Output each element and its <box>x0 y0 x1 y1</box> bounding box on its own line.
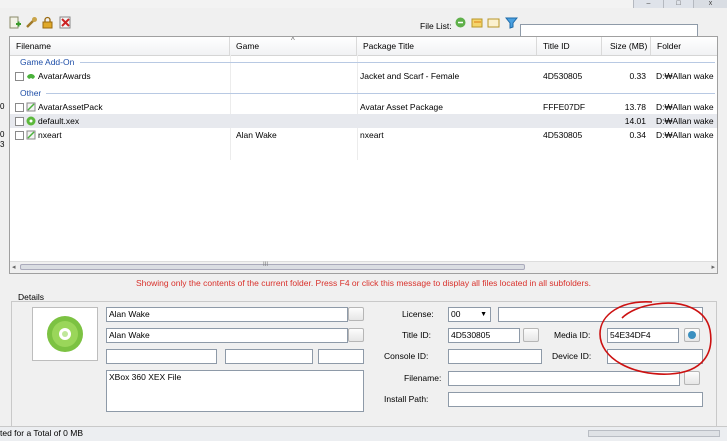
edit-title-button[interactable] <box>348 328 364 342</box>
progress-bar <box>588 430 720 437</box>
title-id-lookup-button[interactable] <box>523 328 539 342</box>
sort-indicator-icon: ^ <box>291 36 295 45</box>
filter-icon[interactable] <box>505 16 518 29</box>
table-row[interactable]: AvatarAwards Jacket and Scarf - Female 4… <box>10 69 717 83</box>
cell-package-title: nxeart <box>360 130 384 140</box>
cell-filename: default.xex <box>38 116 80 126</box>
game-title-field[interactable]: Alan Wake <box>106 328 348 343</box>
console-id-field[interactable] <box>448 349 542 364</box>
row-checkbox[interactable] <box>15 117 24 126</box>
row-checkbox[interactable] <box>15 72 24 81</box>
cell-package-title: Jacket and Scarf - Female <box>360 71 460 81</box>
folder-icon[interactable] <box>487 16 500 29</box>
cell-title-id: 4D530805 <box>543 71 583 81</box>
edit-name-button[interactable] <box>348 307 364 321</box>
cell-filename: AvatarAwards <box>38 71 91 81</box>
lock-icon[interactable] <box>41 16 54 29</box>
detail-field-b[interactable] <box>225 349 313 364</box>
left-stub: 0 <box>0 130 5 139</box>
license-select[interactable]: 00 ▼ <box>448 307 491 322</box>
console-id-label: Console ID: <box>384 351 429 361</box>
cell-game: Alan Wake <box>236 130 277 140</box>
cell-title-id: FFFE07DF <box>543 102 586 112</box>
left-stub: 0 <box>0 102 5 111</box>
status-text: ted for a Total of 0 MB <box>0 428 83 438</box>
minimize-button[interactable]: – <box>633 0 663 8</box>
delete-icon[interactable] <box>59 16 72 29</box>
wrench-icon[interactable] <box>25 16 38 29</box>
column-header-filename[interactable]: Filename <box>10 37 230 55</box>
media-id-label: Media ID: <box>554 330 591 340</box>
column-header-size[interactable]: Size (MB) <box>602 37 651 55</box>
group-label: Game Add-On <box>20 57 75 67</box>
chevron-down-icon: ▼ <box>480 311 487 318</box>
cell-title-id: 4D530805 <box>543 130 583 140</box>
scroll-left-icon[interactable]: ◂ <box>12 263 16 271</box>
cell-package-title: Avatar Asset Package <box>360 102 444 112</box>
group-divider <box>46 93 715 94</box>
license-label: License: <box>402 309 434 319</box>
table-row[interactable]: nxeart Alan Wake nxeart 4D530805 0.34 D:… <box>10 128 717 142</box>
column-header-title-id[interactable]: Title ID <box>537 37 602 55</box>
cell-folder: D:₩Allan wake <box>656 102 714 112</box>
install-path-label: Install Path: <box>384 394 429 404</box>
file-list-label: File List: <box>420 21 452 31</box>
description-field[interactable]: XBox 360 XEX File <box>106 370 364 412</box>
device-id-label: Device ID: <box>552 351 592 361</box>
xbox-disc-icon <box>26 116 36 126</box>
gamepad-icon <box>27 74 35 79</box>
subfolder-notice-link[interactable]: Showing only the contents of the current… <box>0 278 727 288</box>
row-checkbox[interactable] <box>15 131 24 140</box>
add-file-icon[interactable] <box>9 16 22 29</box>
cell-filename: nxeart <box>38 130 62 140</box>
row-checkbox[interactable] <box>15 103 24 112</box>
file-grid: Filename Game ^ Package Title Title ID S… <box>9 36 718 274</box>
table-row-selected[interactable]: default.xex 14.01 D:₩Allan wake <box>10 114 717 128</box>
group-divider <box>80 62 715 63</box>
window-top-edge <box>0 0 727 8</box>
close-button[interactable]: x <box>693 0 727 8</box>
cell-size: 0.33 <box>629 71 646 81</box>
cell-folder: D:₩Allan wake <box>656 71 714 81</box>
folder-tree-icon[interactable] <box>471 16 484 29</box>
horizontal-scrollbar[interactable]: ◂ III ▸ <box>10 261 717 273</box>
filename-label: Filename: <box>404 373 442 383</box>
package-icon <box>26 102 36 112</box>
scroll-right-icon[interactable]: ▸ <box>711 263 715 271</box>
cell-folder: D:₩Allan wake <box>656 130 714 140</box>
column-header-package-title[interactable]: Package Title <box>357 37 537 55</box>
cell-size: 13.78 <box>624 102 646 112</box>
window-controls: – □ x <box>633 0 727 8</box>
install-path-field[interactable] <box>448 392 703 407</box>
scrollbar-thumb[interactable]: III <box>20 262 525 270</box>
group-header[interactable]: Other <box>10 86 717 100</box>
group-header[interactable]: Game Add-On <box>10 55 717 69</box>
left-stub: 3 <box>0 140 5 149</box>
grid-header: Filename Game ^ Package Title Title ID S… <box>10 36 717 56</box>
grip-icon: III <box>263 262 269 268</box>
game-name-field[interactable]: Alan Wake <box>106 307 348 322</box>
game-image <box>32 307 98 361</box>
package-icon <box>26 130 36 140</box>
detail-field-c[interactable] <box>318 349 364 364</box>
cell-size: 14.01 <box>624 116 646 126</box>
license-value: 00 <box>451 309 461 319</box>
cell-folder: D:₩Allan wake <box>656 116 714 126</box>
column-header-folder[interactable]: Folder <box>651 37 717 55</box>
cell-size: 0.34 <box>629 130 646 140</box>
xbox-disc-icon <box>47 316 83 352</box>
maximize-button[interactable]: □ <box>663 0 693 8</box>
title-id-label: Title ID: <box>402 330 431 340</box>
group-label: Other <box>20 88 42 98</box>
toolbar: File List: <box>0 9 727 39</box>
recycle-icon[interactable] <box>454 16 467 29</box>
title-id-field[interactable]: 4D530805 <box>448 328 520 343</box>
detail-field-a[interactable] <box>106 349 217 364</box>
annotation-circle <box>599 301 712 375</box>
table-row[interactable]: AvatarAssetPack Avatar Asset Package FFF… <box>10 100 717 114</box>
cell-filename: AvatarAssetPack <box>38 102 103 112</box>
status-bar: ted for a Total of 0 MB <box>0 426 727 441</box>
